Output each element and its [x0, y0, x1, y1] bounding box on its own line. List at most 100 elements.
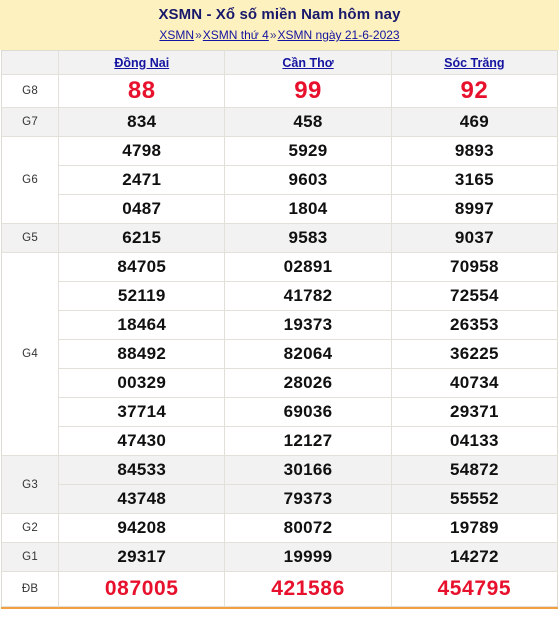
prize-number: 72554 [391, 281, 558, 311]
prize-number: 04133 [391, 426, 558, 456]
prize-number: 29371 [391, 397, 558, 427]
breadcrumb-item-2[interactable]: XSMN thứ 4 [203, 28, 269, 42]
breadcrumb-separator-2: » [269, 28, 277, 42]
prize-label-g5: G5 [1, 223, 60, 253]
province-link-2[interactable]: Sóc Trăng [444, 56, 504, 70]
prize-number: 458 [224, 107, 392, 137]
prize-label-g3: G3 [1, 455, 60, 514]
prize-number: 19373 [224, 310, 392, 340]
table-row: 18464 19373 26353 [1, 310, 558, 340]
prize-number: 454795 [391, 571, 558, 607]
table-row: 88492 82064 36225 [1, 339, 558, 369]
table-row: G5 6215 9583 9037 [1, 223, 558, 253]
prize-number: 12127 [224, 426, 392, 456]
prize-number: 421586 [224, 571, 392, 607]
prize-label-g4: G4 [1, 252, 60, 456]
prize-number: 99 [224, 74, 392, 108]
breadcrumb-separator-1: » [195, 28, 202, 42]
prize-number: 087005 [58, 571, 226, 607]
prize-number: 6215 [58, 223, 226, 253]
breadcrumb: XSMN»XSMN thứ 4»XSMN ngày 21-6-2023 [0, 26, 559, 44]
table-row: 00329 28026 40734 [1, 368, 558, 398]
prize-number: 834 [58, 107, 226, 137]
prize-number: 55552 [391, 484, 558, 514]
prize-number: 3165 [391, 165, 558, 195]
province-header-0: Đồng Nai [58, 50, 226, 75]
prize-number: 94208 [58, 513, 226, 543]
prize-number: 1804 [224, 194, 392, 224]
table-row: G4 84705 02891 70958 [1, 252, 558, 456]
prize-label-đb: ĐB [1, 571, 60, 607]
lottery-results-page: XSMN - Xổ số miền Nam hôm nay XSMN»XSMN … [0, 0, 559, 637]
province-link-0[interactable]: Đồng Nai [114, 56, 169, 70]
prize-number: 37714 [58, 397, 226, 427]
prize-number: 8997 [391, 194, 558, 224]
province-header-1: Cần Thơ [224, 50, 392, 75]
breadcrumb-item-1[interactable]: XSMN [159, 28, 194, 42]
prize-number: 82064 [224, 339, 392, 369]
prize-number: 9583 [224, 223, 392, 253]
table-row: G2 94208 80072 19789 [1, 513, 558, 543]
prize-number: 88492 [58, 339, 226, 369]
table-header-row: Đồng Nai Cần Thơ Sóc Trăng [1, 50, 558, 75]
table-row: 43748 79373 55552 [1, 484, 558, 514]
prize-number: 9893 [391, 136, 558, 166]
prize-number: 18464 [58, 310, 226, 340]
table-row: G3 84533 30166 54872 [1, 455, 558, 514]
prize-number: 29317 [58, 542, 226, 572]
prize-number: 14272 [391, 542, 558, 572]
province-header-2: Sóc Trăng [391, 50, 558, 75]
prize-number: 84705 [58, 252, 226, 282]
table-row: 0487 1804 8997 [1, 194, 558, 224]
prize-number: 9603 [224, 165, 392, 195]
prize-number: 41782 [224, 281, 392, 311]
prize-number: 2471 [58, 165, 226, 195]
prize-number: 54872 [391, 455, 558, 485]
prize-label-g2: G2 [1, 513, 60, 543]
table-row: 52119 41782 72554 [1, 281, 558, 311]
table-row: G7 834 458 469 [1, 107, 558, 137]
prize-label-g7: G7 [1, 107, 60, 137]
prize-number: 02891 [224, 252, 392, 282]
table-row: 47430 12127 04133 [1, 426, 558, 456]
prize-number: 84533 [58, 455, 226, 485]
table-row: ĐB 087005 421586 454795 [1, 571, 558, 607]
prize-number: 88 [58, 74, 226, 108]
prize-number: 19789 [391, 513, 558, 543]
prize-number: 70958 [391, 252, 558, 282]
prize-number: 79373 [224, 484, 392, 514]
province-link-1[interactable]: Cần Thơ [282, 56, 333, 70]
page-title: XSMN - Xổ số miền Nam hôm nay [158, 6, 401, 23]
prize-number: 80072 [224, 513, 392, 543]
prize-number: 0487 [58, 194, 226, 224]
table-row: 37714 69036 29371 [1, 397, 558, 427]
breadcrumb-item-3[interactable]: XSMN ngày 21-6-2023 [278, 28, 400, 42]
prize-column-header [1, 50, 60, 75]
prize-label-g1: G1 [1, 542, 60, 572]
prize-number: 40734 [391, 368, 558, 398]
page-header: XSMN - Xổ số miền Nam hôm nay XSMN»XSMN … [0, 0, 559, 50]
prize-number: 5929 [224, 136, 392, 166]
prize-number: 47430 [58, 426, 226, 456]
table-body: G8 88 99 92 G7 834 458 469 G6 4798 5929 9893 2471 960… [1, 74, 558, 607]
prize-number: 43748 [58, 484, 226, 514]
prize-number: 469 [391, 107, 558, 137]
prize-number: 30166 [224, 455, 392, 485]
lottery-results-table: Đồng Nai Cần Thơ Sóc Trăng G8 88 99 92 G7 834… [1, 50, 558, 607]
bottom-divider [1, 607, 558, 609]
prize-label-g6: G6 [1, 136, 60, 224]
prize-number: 69036 [224, 397, 392, 427]
prize-number: 92 [391, 74, 558, 108]
prize-number: 26353 [391, 310, 558, 340]
table-row: G8 88 99 92 [1, 74, 558, 108]
table-head: Đồng Nai Cần Thơ Sóc Trăng [1, 50, 558, 75]
table-row: 2471 9603 3165 [1, 165, 558, 195]
prize-label-g8: G8 [1, 74, 60, 108]
prize-number: 52119 [58, 281, 226, 311]
prize-number: 19999 [224, 542, 392, 572]
table-row: G1 29317 19999 14272 [1, 542, 558, 572]
prize-number: 00329 [58, 368, 226, 398]
prize-number: 36225 [391, 339, 558, 369]
table-row: G6 4798 5929 9893 [1, 136, 558, 224]
prize-number: 28026 [224, 368, 392, 398]
